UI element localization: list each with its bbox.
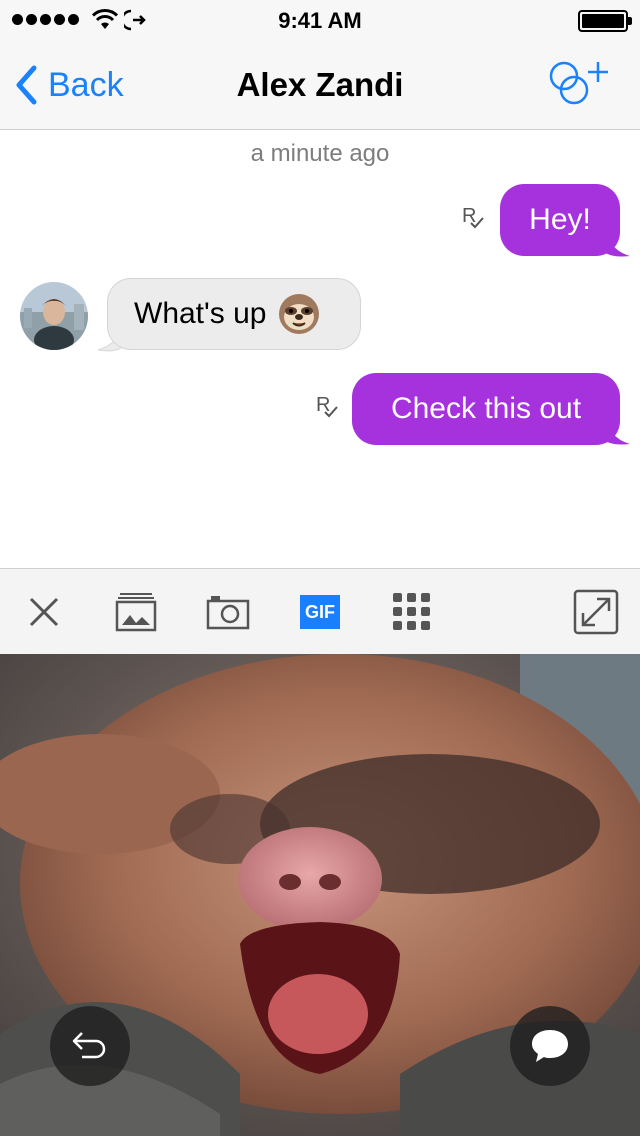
gif-label: GIF (305, 601, 335, 622)
chat-bubble-icon (532, 1030, 568, 1062)
status-bar: 9:41 AM (0, 0, 640, 40)
message-text: Hey! (529, 203, 591, 236)
status-time: 9:41 AM (278, 8, 362, 33)
undo-icon (72, 1032, 106, 1059)
message-text: Check this out (390, 392, 582, 425)
message-timestamp: a minute ago (250, 140, 390, 167)
apps-grid-icon (393, 593, 430, 630)
message-bubble-outgoing[interactable]: Hey! (500, 184, 620, 256)
message-bubble-incoming[interactable]: What's up (107, 278, 361, 350)
navigation-bar: Back Alex Zandi (0, 40, 640, 130)
close-button[interactable] (20, 589, 68, 635)
apps-button[interactable] (388, 589, 436, 635)
read-receipt-icon: R (462, 205, 484, 229)
photo-library-button[interactable] (112, 589, 160, 635)
gif-preview[interactable] (0, 654, 640, 1136)
avatar[interactable] (20, 282, 88, 350)
camera-button[interactable] (204, 589, 252, 635)
add-participant-icon[interactable] (542, 58, 612, 108)
message-text: What's up (134, 297, 267, 330)
message-bubble-outgoing[interactable]: Check this out (352, 373, 620, 445)
close-icon (29, 597, 59, 627)
expand-button[interactable] (572, 589, 620, 635)
expand-icon (573, 589, 619, 635)
attachment-toolbar: GIF (0, 568, 640, 654)
battery-icon (578, 10, 632, 32)
undo-button[interactable] (50, 1006, 130, 1086)
gif-button[interactable]: GIF (300, 595, 340, 629)
send-message-button[interactable] (510, 1006, 590, 1086)
photo-library-icon (115, 593, 157, 632)
read-receipt-icon: R (316, 394, 338, 418)
sloth-emoji-icon (279, 294, 320, 334)
camera-icon (206, 596, 250, 630)
